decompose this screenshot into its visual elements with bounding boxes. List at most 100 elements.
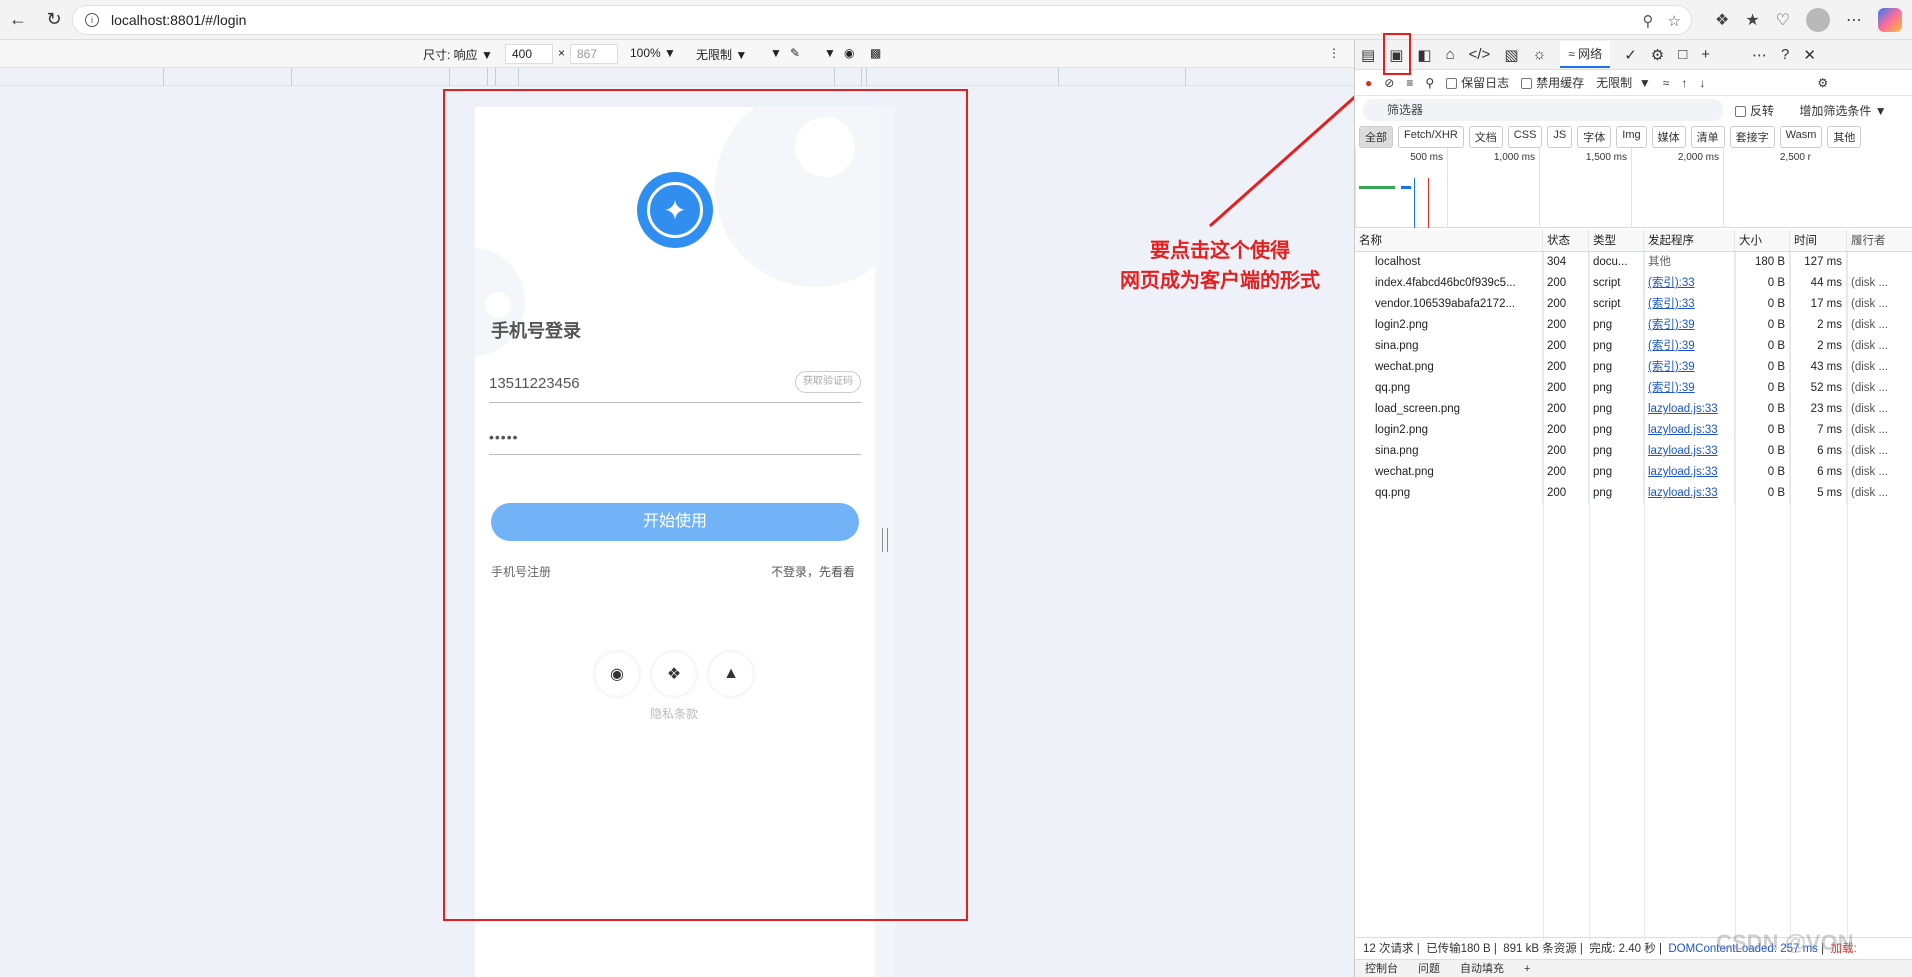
copilot-icon[interactable] (1878, 8, 1902, 32)
close-icon[interactable]: ✕ (1803, 46, 1816, 64)
search-icon[interactable]: ⚲ (1425, 76, 1434, 90)
table-cell-initiator[interactable]: lazyload.js:33 (1644, 462, 1735, 483)
drawer-tab[interactable]: 控制台 (1365, 960, 1398, 977)
filter-icon[interactable]: ≡ (1406, 76, 1413, 90)
drawer-tab[interactable]: 自动填充 (1460, 960, 1504, 977)
inspect-icon[interactable]: ▤ (1361, 46, 1375, 64)
preserve-log-checkbox[interactable]: 保留日志 (1446, 74, 1509, 91)
type-filter-chip[interactable]: Fetch/XHR (1398, 126, 1464, 148)
table-row[interactable]: vendor.106539abafa2172... 200 script (索引):3… (1355, 294, 1912, 315)
table-cell-initiator[interactable]: (索引):39 (1644, 315, 1735, 336)
dock-icon[interactable]: ◧ (1417, 46, 1431, 64)
type-filter-chip[interactable]: 清单 (1690, 126, 1725, 148)
performance-icon[interactable]: ✓ (1624, 46, 1637, 64)
width-input[interactable]: 400 (505, 44, 553, 64)
clear-icon[interactable]: ⊘ (1384, 76, 1394, 90)
table-cell-initiator[interactable]: lazyload.js:33 (1644, 441, 1735, 462)
filter-input[interactable]: 筛选器 (1363, 99, 1723, 121)
rotate-dropdown-icon[interactable]: ▼ (770, 46, 782, 60)
column-header[interactable]: 时间 (1790, 230, 1847, 251)
network-settings-icon[interactable]: ⚙ (1817, 76, 1828, 90)
help-icon[interactable]: ? (1781, 46, 1789, 63)
table-row[interactable]: qq.png 200 png (索引):39 0 B 52 ms (disk ... (1355, 378, 1912, 399)
table-cell-initiator[interactable]: 其他 (1644, 252, 1735, 273)
network-throttle-select[interactable]: 无限制 ▼ (1596, 74, 1651, 91)
devtools-more-icon[interactable]: ⋯ (1752, 46, 1767, 64)
more-filters-button[interactable]: 增加筛选条件 ▼ (1799, 104, 1886, 118)
column-header[interactable]: 状态 (1543, 230, 1589, 251)
table-cell-initiator[interactable]: (索引):39 (1644, 378, 1735, 399)
console-icon[interactable]: ▧ (1504, 46, 1518, 64)
disable-cache-checkbox[interactable]: 禁用缓存 (1521, 74, 1584, 91)
import-icon[interactable]: ↑ (1681, 76, 1687, 90)
eyedropper-icon[interactable]: ✎ (790, 46, 800, 60)
export-icon[interactable]: ↓ (1699, 76, 1705, 90)
column-header[interactable]: 大小 (1735, 230, 1790, 251)
type-filter-chip[interactable]: 字体 (1577, 126, 1612, 148)
add-drawer-tab-icon[interactable]: + (1524, 960, 1530, 977)
checkbox[interactable] (1521, 78, 1533, 90)
type-filter-chip[interactable]: 其他 (1827, 126, 1862, 148)
type-filter-chip[interactable]: Img (1616, 126, 1647, 148)
type-filter-chip[interactable]: 套接字 (1729, 126, 1775, 148)
throttle-select[interactable]: 无限制 ▼ (696, 46, 747, 63)
wifi-icon[interactable]: ≈ (1663, 76, 1670, 90)
elements-icon[interactable]: </> (1469, 46, 1491, 63)
table-cell-initiator[interactable]: lazyload.js:33 (1644, 399, 1735, 420)
table-row[interactable]: load_screen.png 200 png lazyload.js:33 0 B 23… (1355, 399, 1912, 420)
invert-checkbox[interactable]: 反转 (1735, 104, 1774, 118)
tab-network[interactable]: ≈ 网络 (1560, 41, 1611, 68)
table-row[interactable]: sina.png 200 png (索引):39 0 B2 ms (disk ... (1355, 336, 1912, 357)
table-cell-initiator[interactable]: lazyload.js:33 (1644, 483, 1735, 504)
table-row[interactable]: wechat.png 200 png lazyload.js:33 0 B6 ms (di… (1355, 462, 1912, 483)
zoom-icon[interactable]: ⚲ (1643, 12, 1654, 30)
table-cell-initiator[interactable]: (索引):39 (1644, 357, 1735, 378)
address-bar[interactable]: i localhost:8801/#/login ⚲ ☆ (72, 5, 1692, 35)
reload-icon[interactable]: ↻ (36, 2, 72, 38)
type-filter-chip[interactable]: CSS (1507, 126, 1543, 148)
table-cell-initiator[interactable]: (索引):39 (1644, 336, 1735, 357)
dimension-select[interactable]: 尺寸: 响应 ▼ (423, 46, 493, 63)
sources-bug-icon[interactable]: ☼ (1533, 46, 1547, 63)
height-input[interactable]: 867 (570, 44, 618, 64)
column-header[interactable]: 发起程序 (1644, 230, 1735, 251)
table-row[interactable]: qq.png 200 png lazyload.js:33 0 B5 ms (disk .… (1355, 483, 1912, 504)
record-icon[interactable]: ● (1365, 76, 1372, 90)
type-filter-chip[interactable]: Wasm (1779, 126, 1823, 148)
favorite-star-icon[interactable]: ☆ (1668, 12, 1681, 30)
device-more-icon[interactable]: ⋮ (1328, 46, 1340, 60)
avatar[interactable] (1806, 8, 1830, 32)
type-filter-chip[interactable]: 媒体 (1651, 126, 1686, 148)
table-row[interactable]: index.4fabcd46bc0f939c5... 200 script (索引):… (1355, 273, 1912, 294)
table-cell-initiator[interactable]: lazyload.js:33 (1644, 420, 1735, 441)
settings-gear-icon[interactable]: ⚙ (1651, 46, 1664, 64)
table-row[interactable]: sina.png 200 png lazyload.js:33 0 B6 ms (disk… (1355, 441, 1912, 462)
more-menu-icon[interactable]: ⋯ (1846, 10, 1862, 30)
eye-icon[interactable]: ◉ (844, 46, 854, 60)
checkbox[interactable] (1735, 106, 1746, 118)
application-icon[interactable]: □ (1678, 46, 1687, 63)
table-cell-initiator[interactable]: (索引):33 (1644, 273, 1735, 294)
drawer-tab[interactable]: 问题 (1418, 960, 1440, 977)
extensions-icon[interactable]: ❖ (1715, 10, 1729, 30)
table-cell-initiator[interactable]: (索引):33 (1644, 294, 1735, 315)
column-header[interactable]: 名称 (1355, 230, 1543, 251)
favorites-icon[interactable]: ★ (1745, 10, 1759, 30)
type-filter-chip[interactable]: 文档 (1468, 126, 1503, 148)
checkbox[interactable] (1446, 78, 1458, 90)
welcome-home-icon[interactable]: ⌂ (1446, 46, 1455, 63)
type-filter-chip[interactable]: JS (1547, 126, 1573, 148)
table-row[interactable]: localhost 304 docu... 其他 180 B 127 ms (1355, 252, 1912, 273)
zoom-select[interactable]: 100% ▼ (630, 46, 676, 60)
back-arrow-icon[interactable]: ← (0, 2, 36, 38)
type-filter-chip[interactable]: 全部 (1359, 126, 1393, 148)
column-header[interactable]: 履行者 (1847, 230, 1912, 251)
table-row[interactable]: login2.png 200 png (索引):39 0 B2 ms (disk ... (1355, 315, 1912, 336)
health-icon[interactable]: ♡ (1776, 10, 1790, 30)
info-icon[interactable]: i (85, 13, 99, 27)
add-tab-icon[interactable]: + (1701, 46, 1710, 63)
dropdown-icon[interactable]: ▼ (824, 46, 836, 60)
table-row[interactable]: wechat.png 200 png (索引):39 0 B 43 ms (disk ... (1355, 357, 1912, 378)
table-row[interactable]: login2.png 200 png lazyload.js:33 0 B7 ms (di… (1355, 420, 1912, 441)
screenshot-icon[interactable]: ▩ (870, 46, 881, 60)
